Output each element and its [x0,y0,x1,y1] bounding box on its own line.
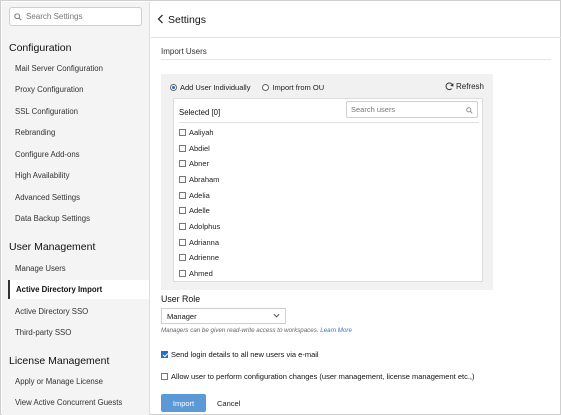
list-divider [179,122,479,123]
list-item[interactable]: Adelia [179,189,210,201]
user-name: Adolphus [189,221,221,231]
sidebar-item-ad-sso[interactable]: Active Directory SSO [8,302,149,321]
refresh-label: Refresh [455,82,484,91]
checkbox[interactable] [179,191,186,199]
page-header: Settings [151,2,561,38]
sidebar-item-concurrent-guests[interactable]: View Active Concurrent Guests [8,393,149,412]
settings-search-input[interactable]: Search Settings [9,7,142,26]
sidebar-item-manage-users[interactable]: Manage Users [8,259,149,278]
radio-label-individually: Add User Individually [180,83,251,92]
sidebar-item-ad-import[interactable]: Active Directory Import [8,280,149,299]
import-button[interactable]: Import [161,394,206,412]
user-name: Abner [189,158,210,168]
main-content: Settings Import Users Add User Individua… [151,2,561,415]
radio-label-ou: Import from OU [272,83,325,92]
sidebar-item-advanced[interactable]: Advanced Settings [8,188,149,207]
list-item[interactable]: Abner [179,157,209,169]
send-login-checkbox[interactable] [161,351,168,358]
sidebar-item-proxy[interactable]: Proxy Configuration [8,80,149,99]
sidebar-item-ssl[interactable]: SSL Configuration [8,102,149,121]
radio-add-individually[interactable]: Add User Individually [170,83,250,92]
cancel-button[interactable]: Cancel [217,394,242,412]
user-role-value: Manager [167,311,197,321]
sidebar-item-apply-license[interactable]: Apply or Manage License [8,372,149,391]
send-login-option[interactable]: Send login details to all new users via … [161,350,319,359]
user-name: Aaliyah [189,127,214,137]
radio-button[interactable] [262,84,270,91]
user-list-box: Selected [0] Search users Aaliyah Abdiel… [173,98,483,282]
user-name: Ahmed [189,268,213,278]
user-role-select[interactable]: Manager [161,308,286,324]
chevron-left-icon[interactable] [157,13,164,27]
checkbox[interactable] [179,144,186,152]
radio-import-from-ou[interactable]: Import from OU [262,83,324,92]
list-item[interactable]: Adrianna [179,236,219,248]
checkbox[interactable] [179,159,186,167]
list-item[interactable]: Aaliyah [179,126,214,138]
role-hint-text: Managers can be given read-write access … [161,327,319,334]
list-item[interactable]: Adolphus [179,220,220,232]
allow-config-option[interactable]: Allow user to perform configuration chan… [161,372,475,381]
user-name: Adrienne [189,252,220,262]
search-icon [466,107,473,114]
settings-sidebar: Search Settings Configuration Mail Serve… [2,2,150,415]
user-name: Abdiel [189,143,210,153]
user-name: Abraham [189,174,220,184]
search-icon [14,12,22,21]
send-login-label: Send login details to all new users via … [171,350,319,359]
sidebar-item-high-availability[interactable]: High Availability [8,166,149,185]
checkbox[interactable] [179,128,186,136]
import-panel: Add User Individually Import from OU Ref… [161,74,493,290]
user-search-placeholder: Search users [351,105,396,114]
import-mode-radio-group: Add User Individually Import from OU [170,83,336,92]
selected-count: Selected [0] [179,108,221,117]
sidebar-item-third-party-sso[interactable]: Third-party SSO [8,323,149,342]
allow-config-label: Allow user to perform configuration chan… [171,372,475,381]
list-item[interactable]: Ahmed [179,267,213,279]
user-role-hint: Managers can be given read-write access … [161,327,352,334]
section-title-user-management: User Management [9,241,96,253]
import-users-title: Import Users [161,47,207,56]
radio-button-checked[interactable] [170,84,177,91]
checkbox[interactable] [179,238,186,246]
list-item[interactable]: Abdiel [179,142,210,154]
checkbox[interactable] [179,222,186,230]
sidebar-item-addons[interactable]: Configure Add-ons [8,145,149,164]
user-name: Adelia [189,190,210,200]
checkbox[interactable] [179,269,186,277]
sidebar-item-rebranding[interactable]: Rebranding [8,123,149,142]
checkbox[interactable] [179,206,186,214]
app-window: Search Settings Configuration Mail Serve… [0,0,561,415]
learn-more-link[interactable]: Learn More [320,327,352,334]
refresh-button[interactable]: Refresh [445,82,484,91]
sidebar-item-backup[interactable]: Data Backup Settings [8,209,149,228]
user-role-label: User Role [161,294,201,304]
section-title-configuration: Configuration [9,42,72,54]
allow-config-checkbox[interactable] [161,373,168,380]
section-title-license: License Management [9,355,110,367]
user-search-input[interactable]: Search users [346,101,478,118]
checkbox[interactable] [179,175,186,183]
user-name: Adelle [189,205,210,215]
sidebar-item-mail-server[interactable]: Mail Server Configuration [8,59,149,78]
refresh-icon [445,82,454,91]
divider [161,59,551,60]
page-title: Settings [168,13,206,26]
chevron-down-icon [273,313,280,318]
user-name: Adrianna [189,237,220,247]
list-item[interactable]: Adelle [179,204,210,216]
list-item[interactable]: Adrienne [179,251,219,263]
settings-search-placeholder: Search Settings [26,12,83,21]
list-item[interactable]: Abraham [179,173,219,185]
checkbox[interactable] [179,253,186,261]
